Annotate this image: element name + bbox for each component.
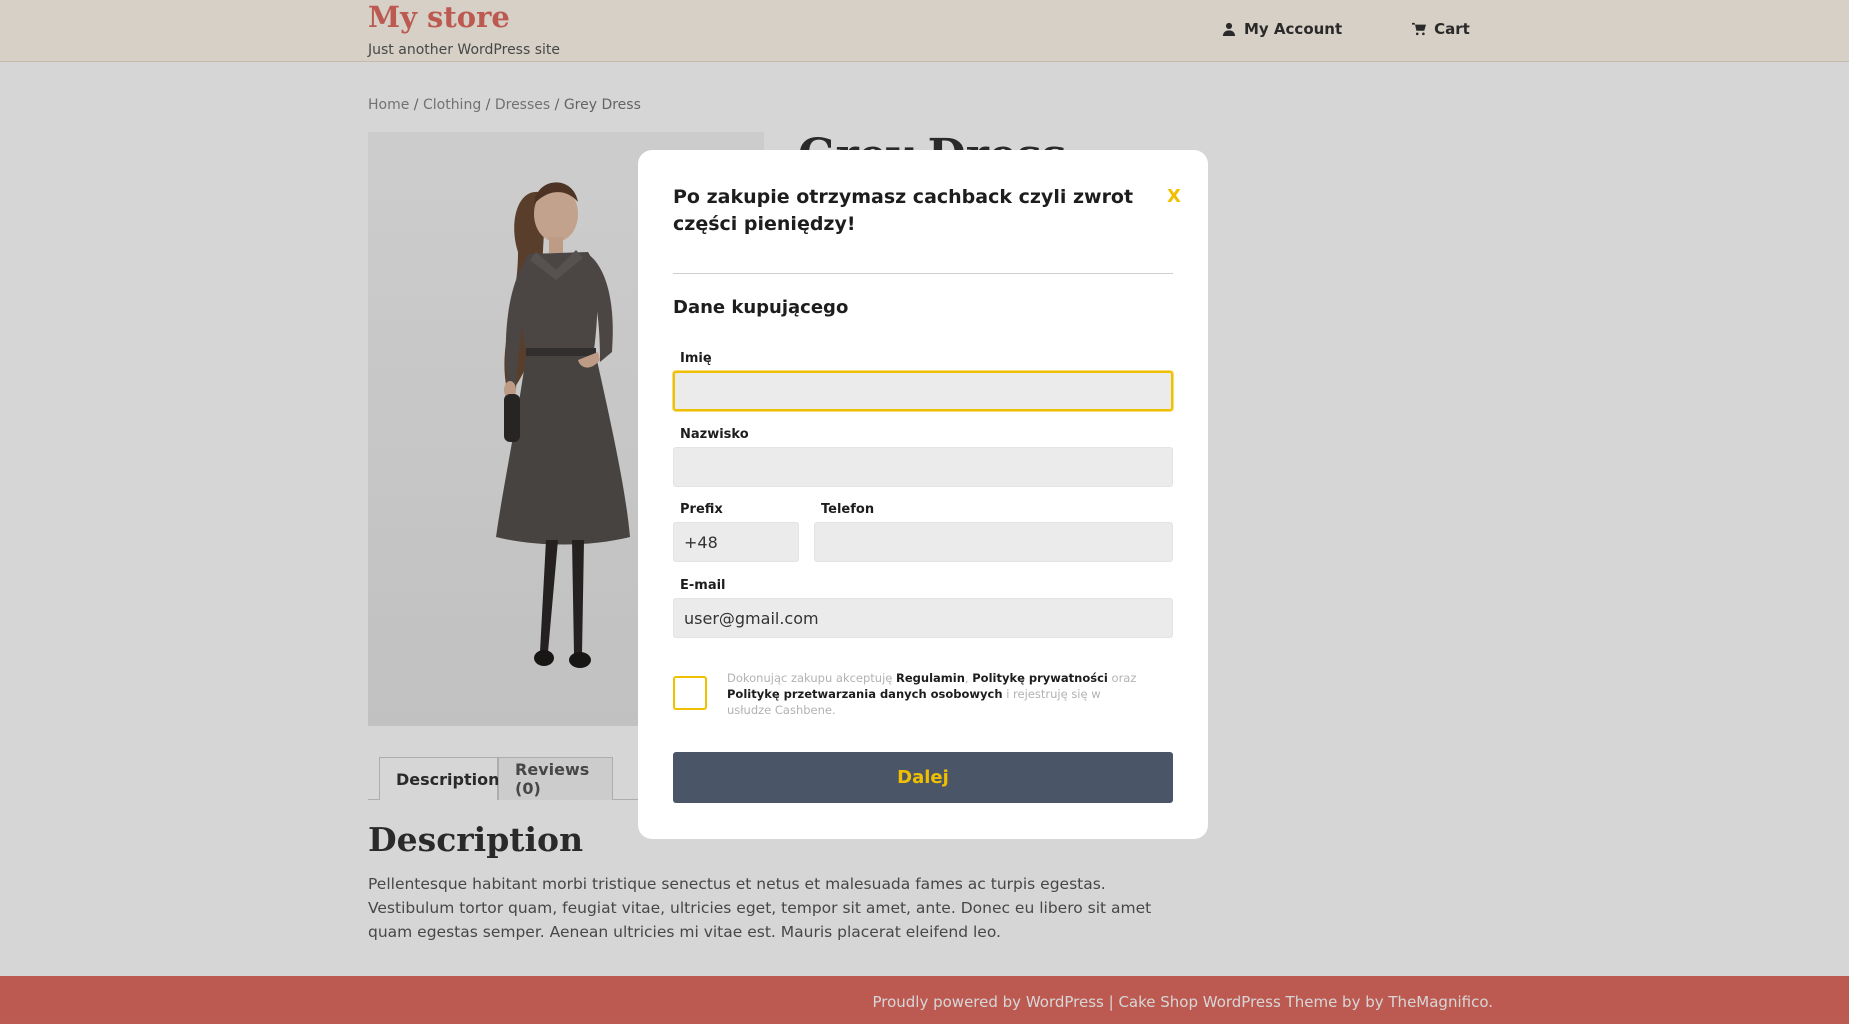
buyer-section-title: Dane kupującego [673, 297, 849, 318]
last-name-field[interactable] [673, 447, 1173, 487]
data-processing-policy-link[interactable]: Politykę przetwarzania danych osobowych [727, 687, 1003, 701]
phone-prefix-field[interactable] [673, 522, 799, 562]
consent-text-part: Dokonując zakupu akceptuję [727, 671, 897, 685]
terms-link[interactable]: Regulamin [896, 671, 965, 685]
modal-heading: Po zakupie otrzymasz cachback czyli zwro… [673, 186, 1134, 235]
modal-divider [673, 273, 1173, 274]
consent-checkbox[interactable] [673, 676, 707, 710]
email-label: E-mail [680, 578, 726, 593]
cashback-modal: Po zakupie otrzymasz cachback czyli zwro… [638, 150, 1208, 839]
phone-field[interactable] [814, 522, 1173, 562]
first-name-field[interactable] [673, 371, 1173, 411]
prefix-label: Prefix [680, 502, 723, 517]
consent-text: Dokonując zakupu akceptuję Regulamin, Po… [727, 670, 1147, 718]
first-name-label: Imię [680, 351, 712, 366]
next-button[interactable]: Dalej [673, 752, 1173, 803]
last-name-label: Nazwisko [680, 427, 749, 442]
consent-text-part: oraz [1107, 671, 1137, 685]
close-icon[interactable]: X [1167, 186, 1181, 207]
email-field[interactable] [673, 598, 1173, 638]
phone-label: Telefon [821, 502, 875, 517]
privacy-policy-link[interactable]: Politykę prywatności [972, 671, 1108, 685]
